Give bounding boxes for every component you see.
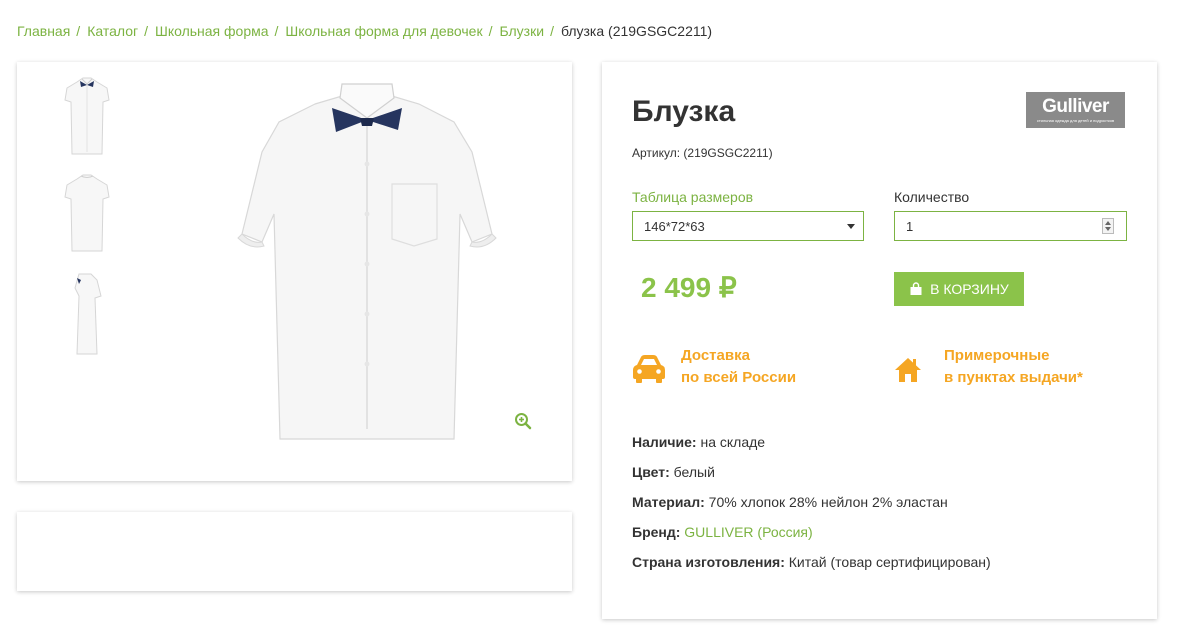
breadcrumb-link-girls-uniform[interactable]: Школьная форма для девочек [285, 23, 482, 39]
size-select-value: 146*72*63 [644, 219, 705, 234]
thumbnail-front[interactable] [57, 70, 117, 162]
delivery-feature-line2: по всей России [681, 369, 797, 386]
fitting-room-feature-line2: в пунктах выдачи* [944, 369, 1083, 386]
chevron-down-icon [847, 224, 855, 229]
arrow-down-icon[interactable] [1105, 227, 1111, 231]
breadcrumb-link-blouses[interactable]: Блузки [499, 23, 544, 39]
product-main-image[interactable] [222, 74, 512, 444]
property-value: 70% хлопок 28% нейлон 2% эластан [708, 494, 948, 510]
fitting-room-feature-line1: Примерочные [944, 347, 1050, 364]
property-value: белый [673, 464, 715, 480]
quantity-input[interactable]: 1 [894, 211, 1127, 241]
breadcrumb: Главная / Каталог / Школьная форма / Шко… [17, 23, 712, 39]
secondary-panel [17, 512, 572, 591]
property-label: Страна изготовления: [632, 554, 785, 570]
quantity-label: Количество [894, 189, 970, 205]
thumbnail-back[interactable] [57, 167, 117, 259]
size-select[interactable]: 146*72*63 [632, 211, 864, 241]
product-sku: Артикул: (219GSGC2211) [632, 146, 773, 160]
breadcrumb-link-catalog[interactable]: Каталог [87, 23, 138, 39]
home-icon [895, 358, 921, 382]
size-chart-link[interactable]: Таблица размеров [632, 189, 753, 205]
add-to-cart-label: В КОРЗИНУ [930, 281, 1009, 297]
product-title: Блузка [632, 95, 736, 128]
blouse-front-thumbnail-image [64, 77, 110, 155]
fitting-room-feature: Примерочные в пунктах выдачи* [944, 345, 1083, 389]
delivery-feature-line1: Доставка [681, 347, 750, 364]
zoom-in-icon[interactable] [514, 412, 532, 430]
property-material: Материал: 70% хлопок 28% нейлон 2% эласт… [632, 494, 991, 524]
property-label: Бренд: [632, 524, 681, 540]
arrow-up-icon[interactable] [1105, 221, 1111, 225]
delivery-feature: Доставка по всей России [681, 345, 796, 389]
blouse-side-thumbnail-image [74, 273, 102, 355]
property-value: Китай (товар сертифицирован) [788, 554, 991, 570]
quantity-stepper[interactable] [1102, 218, 1114, 234]
breadcrumb-separator: / [76, 23, 81, 39]
breadcrumb-link-home[interactable]: Главная [17, 23, 70, 39]
breadcrumb-separator: / [274, 23, 279, 39]
shopping-bag-icon [910, 282, 922, 295]
brand-link[interactable]: GULLIVER (Россия) [684, 524, 812, 540]
property-color: Цвет: белый [632, 464, 991, 494]
property-label: Наличие: [632, 434, 697, 450]
product-gallery [17, 62, 572, 481]
quantity-value: 1 [906, 219, 914, 234]
brand-logo-tagline: стильная одежда для детей и подростков [1036, 118, 1115, 123]
product-price: 2 499 ₽ [641, 272, 737, 303]
blouse-back-thumbnail-image [64, 174, 110, 252]
product-properties: Наличие: на складе Цвет: белый Материал:… [632, 434, 991, 584]
property-country: Страна изготовления: Китай (товар сертиф… [632, 554, 991, 584]
brand-logo-word: Gulliver [1042, 96, 1109, 117]
add-to-cart-button[interactable]: В КОРЗИНУ [894, 272, 1024, 306]
breadcrumb-separator: / [488, 23, 493, 39]
breadcrumb-current: блузка (219GSGC2211) [560, 23, 713, 39]
brand-logo[interactable]: Gulliver стильная одежда для детей и под… [1026, 92, 1125, 128]
breadcrumb-link-school-uniform[interactable]: Школьная форма [155, 23, 269, 39]
thumbnail-side[interactable] [57, 266, 117, 358]
property-brand: Бренд: GULLIVER (Россия) [632, 524, 991, 554]
car-icon [633, 355, 665, 383]
property-label: Цвет: [632, 464, 670, 480]
product-info-panel: Блузка Артикул: (219GSGC2211) Gulliver с… [602, 62, 1157, 619]
property-value: на складе [700, 434, 766, 450]
breadcrumb-separator: / [144, 23, 148, 39]
property-label: Материал: [632, 494, 705, 510]
breadcrumb-separator: / [550, 23, 554, 39]
property-availability: Наличие: на складе [632, 434, 991, 464]
